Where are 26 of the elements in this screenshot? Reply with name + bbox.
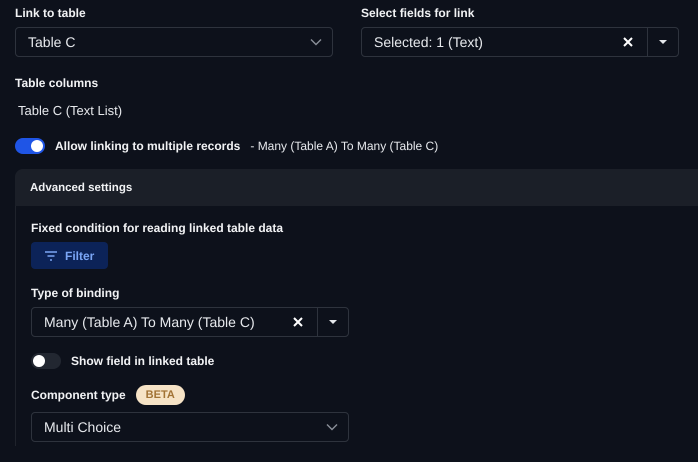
field-label: Component type: [31, 388, 126, 402]
field-label: Select fields for link: [361, 6, 474, 20]
table-columns-value: Table C (Text List): [17, 102, 122, 118]
field-label: Table columns: [15, 76, 98, 90]
filter-button[interactable]: Filter: [31, 242, 108, 269]
toggle-switch[interactable]: [31, 353, 61, 369]
caret-icon[interactable]: [659, 40, 667, 44]
filter-icon: [45, 250, 57, 260]
toggle-switch[interactable]: [15, 138, 45, 154]
field-label: Fixed condition for reading linked table data: [31, 221, 284, 235]
toggle-label: Show field in linked table: [71, 354, 214, 368]
toggle-label: Allow linking to multiple records: [55, 139, 240, 153]
select-field[interactable]: Multi Choice: [31, 412, 349, 442]
field-label: Type of binding: [31, 286, 120, 300]
clear-icon[interactable]: [623, 37, 633, 47]
chevron-down-icon: [310, 38, 322, 46]
section-header[interactable]: Advanced settings: [15, 169, 698, 206]
chevron-down-icon: [326, 423, 338, 431]
select-field[interactable]: Many (Table A) To Many (Table C): [31, 307, 349, 337]
clear-icon[interactable]: [293, 317, 303, 327]
beta-badge: BETA: [136, 385, 185, 405]
caret-icon[interactable]: [329, 320, 337, 324]
select-field[interactable]: Selected: 1 (Text): [361, 27, 679, 57]
relation-note: - Many (Table A) To Many (Table C): [250, 139, 438, 153]
field-label: Link to table: [15, 6, 86, 20]
select-field[interactable]: Table C: [15, 27, 333, 57]
